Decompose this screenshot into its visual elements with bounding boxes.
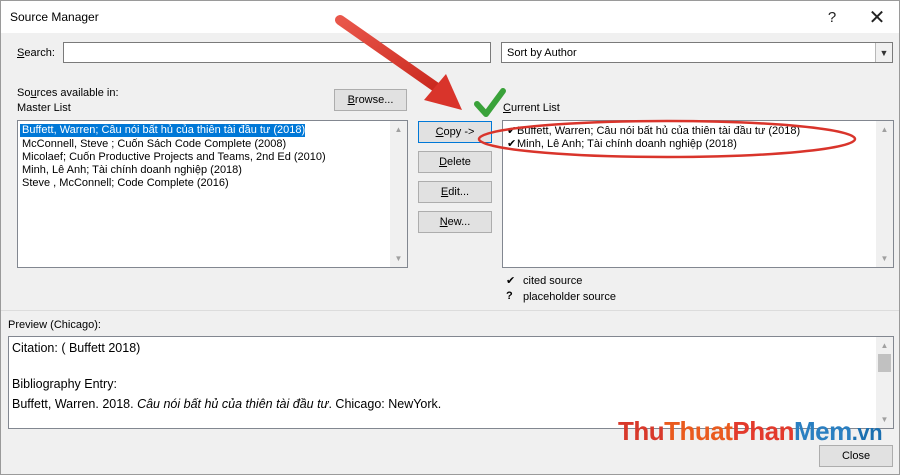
scroll-down-icon[interactable]: ▼ xyxy=(876,250,893,267)
sort-select[interactable]: Sort by Author ▼ xyxy=(501,42,893,63)
close-window-button[interactable]: ✕ xyxy=(855,1,899,33)
copy-button[interactable]: Copy -> xyxy=(418,121,492,143)
scroll-down-icon[interactable]: ▼ xyxy=(390,250,407,267)
check-icon: ✔ xyxy=(507,138,517,150)
scroll-up-icon[interactable]: ▲ xyxy=(390,121,407,138)
scroll-up-icon[interactable]: ▲ xyxy=(876,337,893,354)
master-list-item[interactable]: Minh, Lê Anh; Tài chính doanh nghiệp (20… xyxy=(20,164,242,177)
browse-button[interactable]: Browse... xyxy=(334,89,407,111)
delete-button[interactable]: Delete xyxy=(418,151,492,173)
cited-source-label: cited source xyxy=(523,275,583,287)
current-list-label: Current List xyxy=(503,102,560,114)
close-button[interactable]: Close xyxy=(819,445,893,467)
current-list-scrollbar[interactable]: ▲ ▼ xyxy=(876,121,893,267)
sources-available-label: Sources available in: xyxy=(17,87,119,99)
help-button[interactable]: ? xyxy=(810,1,854,33)
current-list-item[interactable]: ✔Buffett, Warren; Câu nói bất hủ của thi… xyxy=(507,125,800,138)
edit-button[interactable]: Edit... xyxy=(418,181,492,203)
chevron-down-icon[interactable]: ▼ xyxy=(875,43,892,62)
master-list-item[interactable]: McConnell, Steve ; Cuốn Sách Code Comple… xyxy=(20,138,286,151)
master-list-item[interactable]: Micolaef; Cuốn Productive Projects and T… xyxy=(20,151,326,164)
master-list-scrollbar[interactable]: ▲ ▼ xyxy=(390,121,407,267)
new-button[interactable]: New... xyxy=(418,211,492,233)
current-list[interactable]: ✔Buffett, Warren; Câu nói bất hủ của thi… xyxy=(502,120,894,268)
cited-source-check-icon: ✔ xyxy=(506,275,516,287)
master-list-item[interactable]: Buffett, Warren; Câu nói bất hủ của thiê… xyxy=(20,124,306,137)
preview-scrollbar[interactable]: ▲ ▼ xyxy=(876,337,893,428)
preview-bibliography-heading: Bibliography Entry: xyxy=(12,377,117,391)
placeholder-source-icon: ? xyxy=(506,290,513,302)
preview-label: Preview (Chicago): xyxy=(8,319,101,331)
divider xyxy=(1,310,899,311)
scroll-up-icon[interactable]: ▲ xyxy=(876,121,893,138)
preview-citation: Citation: ( Buffett 2018) xyxy=(12,341,141,355)
master-list-label: Master List xyxy=(17,102,71,114)
check-icon: ✔ xyxy=(507,125,517,137)
scroll-thumb[interactable] xyxy=(878,354,891,372)
placeholder-source-label: placeholder source xyxy=(523,291,616,303)
source-manager-dialog: Source Manager ? ✕ Search: Sort by Autho… xyxy=(0,0,900,475)
title-bar: Source Manager ? ✕ xyxy=(1,1,899,33)
search-input[interactable] xyxy=(63,42,491,63)
master-list-item[interactable]: Steve , McConnell; Code Complete (2016) xyxy=(20,177,229,190)
current-list-item[interactable]: ✔Minh, Lê Anh; Tài chính doanh nghiệp (2… xyxy=(507,138,737,151)
master-list[interactable]: Buffett, Warren; Câu nói bất hủ của thiê… xyxy=(17,120,408,268)
search-label: Search: xyxy=(17,47,55,59)
preview-bibliography-entry: Buffett, Warren. 2018. Câu nói bất hủ củ… xyxy=(12,397,442,411)
watermark-logo: ThuThuatPhanMem.vn xyxy=(618,416,883,446)
sort-selected-value: Sort by Author xyxy=(507,47,577,59)
window-title: Source Manager xyxy=(10,10,99,24)
